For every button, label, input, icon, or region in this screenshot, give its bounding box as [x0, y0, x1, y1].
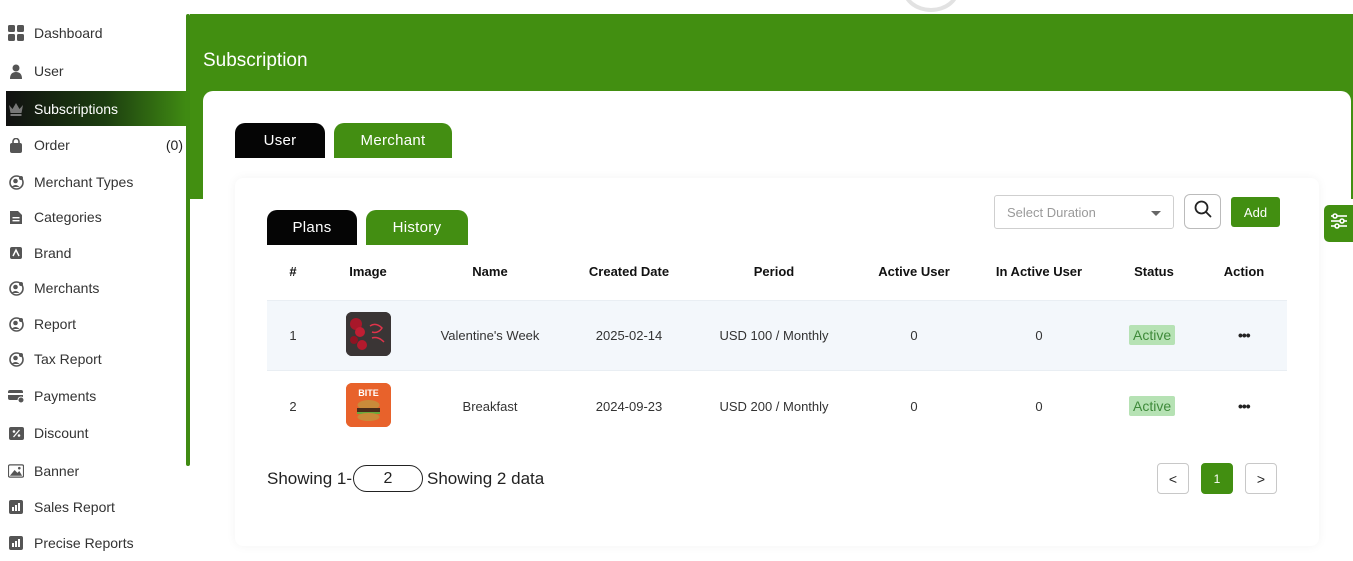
period: USD 200 / Monthly: [719, 399, 829, 414]
sidebar-item-label: Tax Report: [34, 351, 102, 367]
duration-select[interactable]: Select Duration: [994, 195, 1174, 229]
page-size-input[interactable]: 2: [353, 465, 423, 492]
crown-icon: [8, 101, 24, 117]
sidebar-item-order[interactable]: Order (0): [6, 128, 186, 162]
chart-icon: [8, 535, 24, 551]
sidebar-item-label: Order: [34, 137, 70, 153]
tab-user[interactable]: User: [235, 123, 325, 158]
image-icon: [8, 463, 24, 479]
row-number: 2: [289, 399, 297, 414]
sidebar-item-brand[interactable]: Brand: [6, 236, 186, 270]
next-page-button[interactable]: >: [1245, 463, 1277, 494]
sidebar-item-report[interactable]: Report: [6, 307, 186, 341]
prev-page-button[interactable]: <: [1157, 463, 1189, 494]
sidebar-item-categories[interactable]: Categories: [6, 200, 186, 234]
search-button[interactable]: [1184, 194, 1221, 229]
settings-toggle[interactable]: [1324, 205, 1353, 242]
sidebar-item-banner[interactable]: Banner: [6, 454, 186, 488]
col-header-image: Image: [349, 264, 387, 279]
row-actions-button[interactable]: •••: [1238, 398, 1251, 414]
sidebar-item-label: Categories: [34, 209, 102, 225]
sidebar-item-sales-report[interactable]: Sales Report: [6, 490, 186, 524]
search-icon: [1194, 200, 1212, 223]
payments-icon: [8, 388, 24, 404]
merchant-icon: [8, 174, 24, 190]
plan-name: Valentine's Week: [440, 328, 540, 343]
sidebar-item-label: Precise Reports: [34, 535, 134, 551]
sidebar-item-label: Brand: [34, 245, 72, 261]
sidebar-item-label: Sales Report: [34, 499, 115, 515]
categories-icon: [8, 209, 24, 225]
row-actions-button[interactable]: •••: [1238, 327, 1251, 343]
grid-icon: [8, 25, 24, 41]
sidebar-item-label: Discount: [34, 425, 89, 441]
profile-avatar[interactable]: [902, 0, 960, 12]
sidebar-item-label: User: [34, 63, 64, 79]
showing-prefix: Showing 1-: [267, 469, 353, 488]
page-1-button[interactable]: 1: [1201, 463, 1233, 494]
sidebar-item-label: Banner: [34, 463, 80, 479]
brand-icon: [8, 245, 24, 261]
sidebar-item-label: Subscriptions: [34, 100, 119, 117]
col-header-status: Status: [1134, 264, 1174, 279]
plan-name: Breakfast: [462, 399, 518, 414]
subtab-history[interactable]: History: [366, 210, 468, 245]
sidebar-item-subscriptions[interactable]: Subscriptions: [6, 91, 186, 126]
col-header-created-date: Created Date: [588, 264, 670, 279]
report-icon: [8, 316, 24, 332]
status-badge: Active: [1129, 325, 1176, 345]
status-badge: Active: [1129, 396, 1176, 416]
sidebar-item-label: Dashboard: [34, 25, 103, 41]
col-header-number: #: [289, 264, 297, 279]
bag-icon: [8, 137, 24, 153]
sliders-icon: [1329, 211, 1349, 236]
sidebar-item-dashboard[interactable]: Dashboard: [6, 16, 186, 50]
sidebar-item-label: Report: [34, 316, 77, 332]
tab-merchant[interactable]: Merchant: [334, 123, 452, 158]
col-header-period: Period: [753, 264, 795, 279]
period: USD 100 / Monthly: [719, 328, 829, 343]
plan-image: [346, 312, 391, 356]
svg-text:BITE: BITE: [358, 388, 379, 398]
sidebar: Dashboard User Subscriptions Order (0) M…: [0, 0, 186, 554]
subtab-plans[interactable]: Plans: [267, 210, 357, 245]
page-title: Subscription: [203, 50, 308, 71]
col-header-action: Action: [1223, 264, 1265, 279]
plan-image: BITE: [346, 383, 391, 427]
order-count-badge: (0): [165, 137, 183, 153]
sidebar-item-label: Merchant Types: [34, 174, 134, 190]
created-date: 2024-09-23: [595, 399, 663, 414]
user-icon: [8, 63, 24, 79]
sidebar-item-discount[interactable]: Discount: [6, 416, 186, 450]
sidebar-item-precise-reports[interactable]: Precise Reports: [6, 526, 186, 560]
sidebar-item-merchant-types[interactable]: Merchant Types: [6, 165, 186, 199]
col-header-inactive-user: In Active User: [995, 264, 1083, 279]
showing-summary: Showing 2 data: [427, 469, 545, 488]
col-header-name: Name: [472, 264, 508, 279]
discount-icon: [8, 425, 24, 441]
sidebar-item-payments[interactable]: Payments: [6, 379, 186, 413]
chart-icon: [8, 499, 24, 515]
inactive-user-count: 0: [1035, 328, 1043, 343]
sidebar-item-tax-report[interactable]: Tax Report: [6, 342, 186, 376]
chevron-down-icon: [1151, 211, 1161, 216]
col-header-active-user: Active User: [878, 264, 950, 279]
inactive-user-count: 0: [1035, 399, 1043, 414]
created-date: 2025-02-14: [595, 328, 663, 343]
duration-select-placeholder: Select Duration: [1007, 204, 1096, 220]
sidebar-item-user[interactable]: User: [6, 54, 186, 88]
sidebar-item-label: Payments: [34, 388, 97, 404]
report-icon: [8, 351, 24, 367]
active-user-count: 0: [910, 328, 918, 343]
active-user-count: 0: [910, 399, 918, 414]
add-button[interactable]: Add: [1231, 197, 1280, 227]
sidebar-item-label: Merchants: [34, 280, 100, 296]
merchant-icon: [8, 280, 24, 296]
row-number: 1: [289, 328, 297, 343]
sidebar-item-merchants[interactable]: Merchants: [6, 271, 186, 305]
